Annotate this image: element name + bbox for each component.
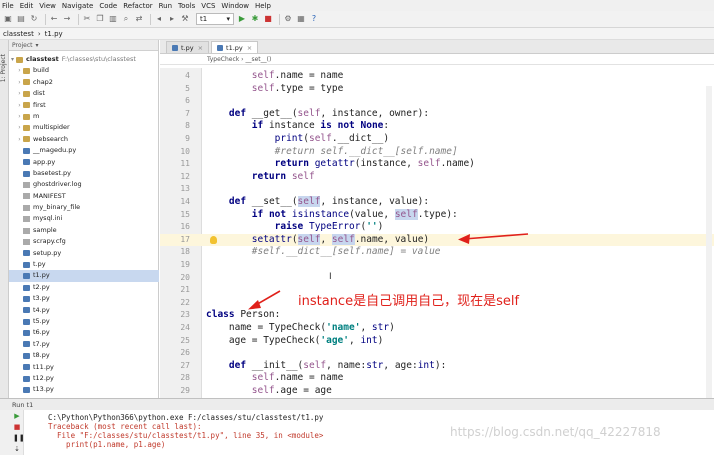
console-file-link[interactable]: F:/classes/stu/classtest/t1.py xyxy=(84,431,219,440)
arrow-to-self-head xyxy=(458,234,470,244)
console-text: File " xyxy=(48,431,85,440)
arrow-to-self-line xyxy=(463,233,529,240)
console-text: ", line 35, in <module> xyxy=(219,431,324,440)
console-line: print(p1.name, p1.age) xyxy=(48,440,166,449)
run-panel-header[interactable]: Run t1 xyxy=(0,399,714,410)
pause-icon[interactable]: ❚❚ xyxy=(13,434,25,442)
console-line: File "F:/classes/stu/classtest/t1.py", l… xyxy=(48,431,323,440)
arrow-to-class-head xyxy=(248,300,261,310)
watermark: https://blog.csdn.net/qq_42227818 xyxy=(450,425,661,439)
console-line: Traceback (most recent call last): xyxy=(48,422,202,431)
annotation-text: instance是自己调用自己，现在是self xyxy=(298,294,520,309)
run-toolbar: ▶ ■ ❚❚ ⇣ xyxy=(0,410,25,455)
stop-icon[interactable]: ■ xyxy=(13,423,21,431)
text-cursor-icon: I xyxy=(329,272,332,282)
console-line: C:\Python\Python366\python.exe F:/classe… xyxy=(48,413,324,422)
annotation-arrows xyxy=(248,233,529,310)
rerun-icon[interactable]: ▶ xyxy=(13,412,21,420)
scroll-end-icon[interactable]: ⇣ xyxy=(13,445,21,453)
